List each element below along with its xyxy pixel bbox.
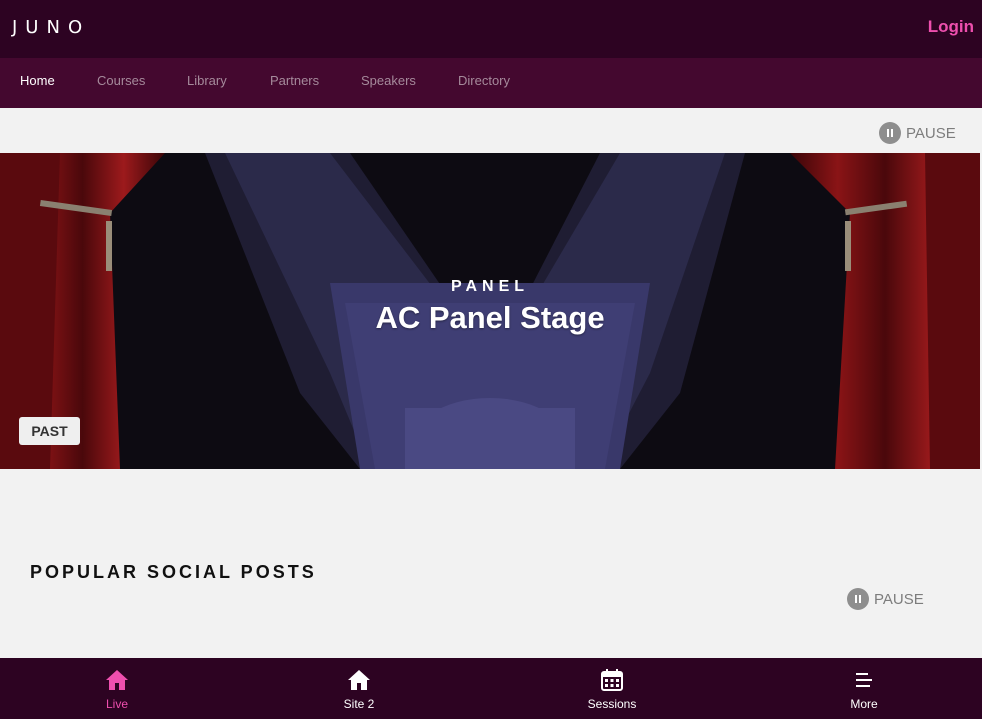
nav-item-library[interactable]: Library	[187, 73, 227, 88]
top-header: JUNO Login	[0, 0, 982, 58]
pause-icon	[879, 122, 901, 144]
pause-label: PAUSE	[874, 590, 924, 608]
bottom-tab-site-2[interactable]: Site 2	[299, 658, 419, 719]
bottom-tab-label: Live	[105, 697, 128, 711]
bottom-tab-label: Site 2	[343, 697, 375, 711]
main-nav: Home Courses Library Partners Speakers D…	[0, 58, 982, 108]
menu-lines-icon	[856, 673, 872, 687]
nav-item-directory[interactable]: Directory	[458, 73, 510, 88]
nav-item-partners[interactable]: Partners	[270, 73, 319, 88]
home-icon	[348, 670, 370, 690]
login-link[interactable]: Login	[928, 17, 974, 37]
bottom-nav: Live Site 2 Sessions More	[0, 658, 982, 719]
social-pause-button[interactable]: PAUSE	[847, 588, 924, 610]
bottom-tab-more[interactable]: More	[804, 658, 924, 719]
pause-label: PAUSE	[906, 124, 956, 142]
status-badge: PAST	[19, 417, 80, 445]
social-section-title: POPULAR SOCIAL POSTS	[30, 562, 317, 582]
juno-logo[interactable]: JUNO	[12, 17, 90, 38]
bottom-tab-sessions[interactable]: Sessions	[552, 658, 672, 719]
nav-item-courses[interactable]: Courses	[97, 73, 145, 88]
stage-title: AC Panel Stage	[375, 300, 605, 335]
bottom-tab-label: Sessions	[587, 697, 637, 711]
nav-item-speakers[interactable]: Speakers	[361, 73, 416, 88]
pause-icon	[847, 588, 869, 610]
nav-item-home[interactable]: Home	[20, 73, 55, 88]
bottom-tab-live[interactable]: Live	[57, 658, 177, 719]
home-icon	[106, 670, 128, 690]
hero-banner[interactable]: PANEL AC Panel Stage PAST	[0, 153, 980, 469]
calendar-icon	[601, 669, 623, 691]
session-type-label: PANEL	[450, 278, 530, 295]
hero-pause-button[interactable]: PAUSE	[879, 122, 956, 144]
bottom-tab-label: More	[850, 697, 878, 711]
